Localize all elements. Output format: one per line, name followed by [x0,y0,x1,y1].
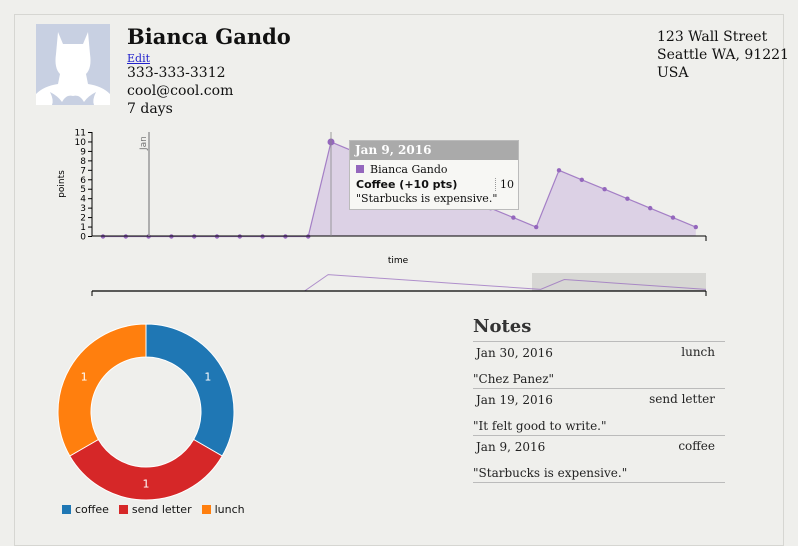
tooltip-value: 10 [495,178,514,191]
note-category: send letter [649,392,715,406]
pie-legend: coffee send letter lunch [62,503,245,516]
tooltip-person: Bianca Gando [356,163,448,176]
data-point [693,224,698,230]
data-point [556,168,562,173]
chart-tooltip: Jan 9, 2016 Bianca Gando Coffee (+10 pts… [349,140,519,210]
tooltip-title: Jan 9, 2016 [350,141,518,160]
y-tick-label: 4 [80,195,86,205]
y-tick-label: 2 [80,214,86,224]
tooltip-person-name: Bianca Gando [370,163,448,176]
legend-swatch [118,505,128,514]
data-point [579,177,584,182]
note-date: Jan 9, 2016 [476,440,546,454]
legend-swatch [62,505,71,514]
y-tick-label: 3 [80,204,86,214]
month-marker-label: Jan [139,136,149,151]
y-tick-label: 11 [75,129,86,139]
series-swatch [356,165,364,173]
legend-item-lunch[interactable]: lunch [201,503,245,516]
donut-slice-coffee[interactable] [145,323,235,457]
legend-label: send letter [131,503,192,516]
y-tick-label: 7 [80,166,86,176]
note-item[interactable]: Jan 30, 2016 lunch "Chez Panez" [473,345,725,386]
divider [473,388,725,389]
donut-slice-lunch[interactable] [57,323,147,457]
y-tick-label: 0 [80,233,86,243]
data-point [648,205,653,211]
legend-label: coffee [75,503,109,516]
tooltip-event: Coffee (+10 pts) [356,178,458,191]
legend-item-send-letter[interactable]: send letter [118,503,192,516]
notes-title: Notes [473,316,532,337]
data-point [670,215,676,220]
note-text: "Starbucks is expensive." [473,466,628,480]
legend-item-coffee[interactable]: coffee [62,503,109,516]
y-tick-label: 10 [75,138,87,148]
y-tick-label: 5 [80,185,86,195]
legend-swatch [201,505,211,514]
data-point [534,224,539,230]
donut-slice-label: 1 [143,478,150,491]
data-point [625,196,630,201]
donut-slice-send-letter[interactable] [69,438,223,501]
note-date: Jan 19, 2016 [476,393,553,407]
note-category: coffee [678,439,715,453]
donut-slice-label: 1 [81,370,88,383]
note-date: Jan 30, 2016 [476,346,553,360]
data-point [511,215,516,220]
legend-label: lunch [214,503,245,516]
divider [473,341,725,342]
data-point [602,187,607,192]
note-item[interactable]: Jan 9, 2016 coffee "Starbucks is expensi… [473,439,725,480]
y-tick-label: 1 [80,223,86,233]
y-tick-label: 9 [80,147,86,157]
tooltip-quote: "Starbucks is expensive." [356,192,498,205]
note-category: lunch [681,345,715,359]
divider [473,435,725,436]
y-tick-label: 6 [80,176,86,186]
donut-slice-label: 1 [204,370,211,383]
y-axis-label: points [57,170,67,198]
note-text: "It felt good to write." [473,419,607,433]
x-axis-label: time [388,256,409,266]
y-tick-label: 8 [80,157,86,167]
note-item[interactable]: Jan 19, 2016 send letter "It felt good t… [473,392,725,433]
divider [473,482,725,483]
note-text: "Chez Panez" [473,372,555,386]
